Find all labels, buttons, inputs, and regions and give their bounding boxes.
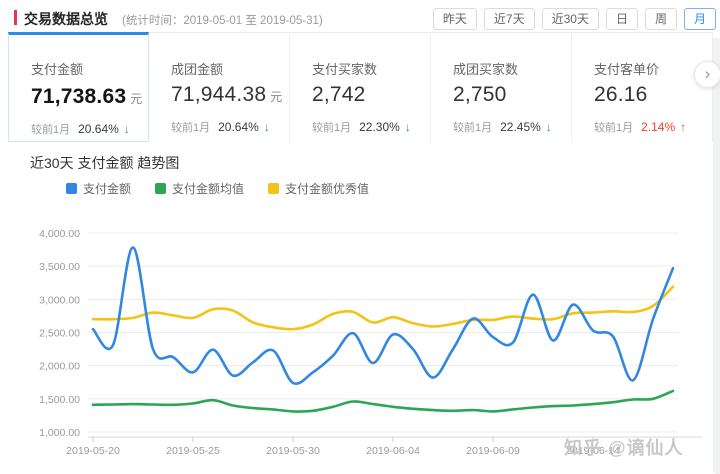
trend-chart-section: 近30天 支付金额 趋势图 支付金额 支付金额均值 支付金额优秀值 4,000.… [0, 143, 713, 474]
svg-text:2,000.00: 2,000.00 [39, 361, 80, 373]
svg-text:2019-05-20: 2019-05-20 [66, 445, 120, 457]
next-cards-button[interactable]: › [694, 61, 720, 88]
trend-down-arrow-icon: ↓ [405, 120, 411, 134]
metric-label: 成团买家数 [453, 59, 518, 78]
svg-text:3,500.00: 3,500.00 [39, 261, 80, 273]
metric-unit: 元 [270, 90, 282, 104]
metric-card-group-buyers[interactable]: 成团买家数 2,750 较前1月 22.45% ↓ [431, 32, 572, 142]
metric-cards-row: 支付金额 71,738.63 元 较前1月 20.64% ↓ 成团金额 71,944.… [8, 32, 713, 142]
trend-down-arrow-icon: ↓ [546, 120, 552, 134]
legend-label: 支付金额均值 [172, 180, 244, 197]
range-button-yesterday[interactable]: 昨天 [433, 8, 477, 30]
compare-label: 较前1月 [171, 122, 210, 134]
legend-marker-blue [66, 183, 77, 194]
dashboard-panel: 交易数据总览 (统计时间：2019-05-01 至 2019-05-31) 昨天… [0, 0, 720, 474]
trend-up-arrow-icon: ↑ [680, 120, 686, 134]
legend-marker-yellow [268, 183, 279, 194]
change-percent: 2.14% [641, 120, 675, 134]
chevron-right-icon: › [705, 64, 711, 83]
metric-label: 支付买家数 [312, 59, 377, 78]
overview-header: 交易数据总览 (统计时间：2019-05-01 至 2019-05-31) 昨天… [0, 0, 720, 32]
svg-text:2,500.00: 2,500.00 [39, 328, 80, 340]
legend-label: 支付金额 [83, 180, 131, 197]
metric-label: 支付金额 [31, 59, 83, 78]
svg-text:4,000.00: 4,000.00 [39, 228, 80, 240]
page-edge-strip [713, 38, 720, 474]
metric-card-payment-amount[interactable]: 支付金额 71,738.63 元 较前1月 20.64% ↓ [8, 32, 149, 142]
change-percent: 20.64% [78, 122, 119, 136]
range-button-last7days[interactable]: 近7天 [484, 8, 535, 30]
metric-card-group-amount[interactable]: 成团金额 71,944.38 元 较前1月 20.64% ↓ [149, 32, 290, 142]
range-button-day[interactable]: 日 [606, 8, 638, 30]
legend-item-average-value[interactable]: 支付金额均值 [155, 180, 244, 197]
svg-text:3,000.00: 3,000.00 [39, 294, 80, 306]
metric-card-avg-order-value[interactable]: 支付客单价 26.16 较前1月 2.14% ↑ [572, 32, 713, 142]
metric-value: 2,750 [453, 83, 507, 106]
metric-value: 26.16 [594, 83, 648, 106]
legend-item-payment-amount[interactable]: 支付金额 [66, 180, 131, 197]
range-button-last30days[interactable]: 近30天 [542, 8, 599, 30]
chart-title: 近30天 支付金额 趋势图 [30, 153, 179, 173]
trend-down-arrow-icon: ↓ [124, 122, 130, 136]
svg-text:1,500.00: 1,500.00 [39, 394, 80, 406]
date-range-switcher: 昨天 近7天 近30天 日 周 月 [433, 8, 716, 30]
compare-label: 较前1月 [31, 124, 70, 136]
trend-down-arrow-icon: ↓ [264, 120, 270, 134]
page-title: 交易数据总览 [24, 9, 108, 29]
metric-label: 成团金额 [171, 59, 223, 78]
chart-legend: 支付金额 支付金额均值 支付金额优秀值 [66, 180, 369, 197]
legend-item-excellent-value[interactable]: 支付金额优秀值 [268, 180, 369, 197]
legend-marker-green [155, 183, 166, 194]
metric-value: 2,742 [312, 83, 366, 106]
svg-text:2019-05-25: 2019-05-25 [166, 445, 220, 457]
watermark: 知乎 @谪仙人 [564, 434, 684, 460]
compare-label: 较前1月 [312, 122, 351, 134]
range-button-week[interactable]: 周 [645, 8, 677, 30]
metric-value: 71,738.63 [31, 85, 126, 108]
metric-card-paying-buyers[interactable]: 支付买家数 2,742 较前1月 22.30% ↓ [290, 32, 431, 142]
range-button-month[interactable]: 月 [684, 8, 716, 30]
svg-text:2019-05-30: 2019-05-30 [266, 445, 320, 457]
change-percent: 22.30% [359, 120, 400, 134]
compare-label: 较前1月 [594, 122, 633, 134]
svg-text:2019-06-09: 2019-06-09 [466, 445, 520, 457]
legend-label: 支付金额优秀值 [285, 180, 369, 197]
change-percent: 22.45% [500, 120, 541, 134]
metric-unit: 元 [130, 92, 142, 106]
svg-text:1,000.00: 1,000.00 [39, 427, 80, 439]
change-percent: 20.64% [218, 120, 259, 134]
stats-period-label: (统计时间：2019-05-01 至 2019-05-31) [122, 12, 323, 28]
title-accent-bar [14, 10, 17, 25]
metric-label: 支付客单价 [594, 59, 659, 78]
metric-value: 71,944.38 [171, 83, 266, 106]
compare-label: 较前1月 [453, 122, 492, 134]
svg-text:2019-06-04: 2019-06-04 [366, 445, 420, 457]
